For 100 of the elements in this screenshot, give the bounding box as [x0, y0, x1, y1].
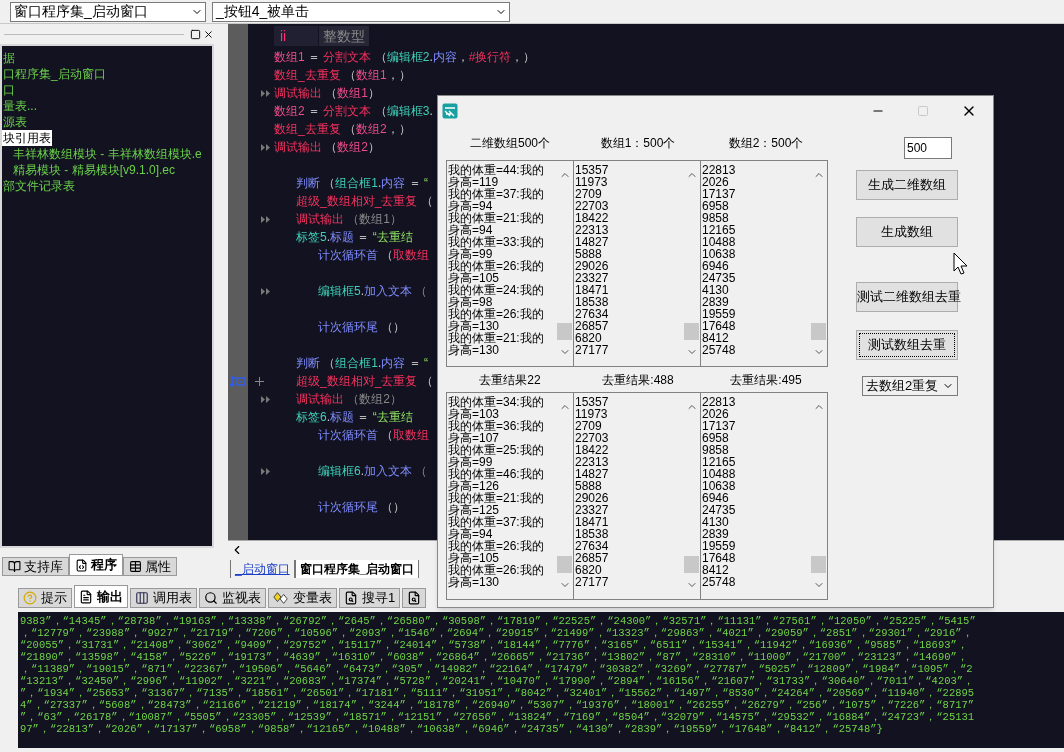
list-entry: 19559	[702, 308, 737, 320]
dropdown[interactable]: _按钮4_被单击	[212, 1, 510, 22]
list-entry: 17648	[702, 552, 737, 564]
code-line: 调试输出 （数组2）	[274, 139, 381, 156]
scroll-thumb[interactable]	[557, 323, 572, 340]
list-entry: 我的体重=26:我的身高=130	[448, 308, 545, 332]
list-entry: 15357	[575, 164, 610, 176]
variable-name-cell: ii	[274, 26, 318, 46]
list-entry: 我的体重=26:我的身高=105	[448, 540, 545, 564]
list-entry: 22813	[702, 164, 737, 176]
list-entry: 22703	[575, 432, 610, 444]
list-box[interactable]: 22813 2026 17137 6958 9858 12165 10488 10638 6946 24735 4130 2839 19559 17648 8412 25748	[700, 392, 828, 600]
list-entry: 我的体重=25:我的身高=99	[448, 444, 545, 468]
code-line: 数组_去重复 （数组2，）	[274, 121, 411, 138]
file-search-icon	[344, 591, 358, 605]
scroll-thumb[interactable]	[811, 556, 826, 573]
result-label: 去重结果:495	[730, 371, 802, 389]
panel-tab[interactable]: 属性	[123, 557, 177, 576]
scroll-thumb[interactable]	[684, 323, 699, 340]
list-entry: 25748	[702, 344, 737, 356]
code-line: 计次循环尾 （）	[318, 499, 406, 516]
list-entry: 23327	[575, 504, 610, 516]
output-tab[interactable]: 监视表	[199, 588, 266, 608]
code-line: 计次循环首 （取数组	[318, 427, 430, 444]
list-box[interactable]: 我的体重=34:我的身高=103 我的体重=36:我的身高=107 我的体重=25:我的身高=99 我的体重=46:我的身高=126 我的体重=21:我的身高=125 我的体重=37:我的身高=94 我的体重=26:我的身高=105 我的体重=26:我的身高=130	[446, 392, 574, 600]
file-search-icon	[407, 591, 422, 605]
action-button[interactable]: 生成数组	[856, 217, 958, 247]
list-box[interactable]: 15357 11973 2709 22703 18422 22313 14827 5888 29026 23327 18471 18538 27634 26857 6820 27177	[573, 160, 701, 367]
list-entry: 10488	[702, 468, 737, 480]
list-entry: 29026	[575, 260, 610, 272]
tree-item[interactable]: 丰祥林数组模块 - 丰祥林数组模块.e	[12, 146, 203, 162]
list-entry: 25748	[702, 576, 737, 588]
code-line: 判断 （组合框1.内容 ＝ “	[296, 175, 429, 192]
list-entry: 4130	[702, 284, 730, 296]
code-line: 数组1 ＝ 分割文本 （编辑框2.内容，#换行符，）	[274, 49, 536, 66]
list-box[interactable]: 我的体重=44:我的身高=119 我的体重=37:我的身高=94 我的体重=21:我的身高=94 我的体重=33:我的身高=99 我的体重=26:我的身高=105 我的体重=24:我的身高=98 我的体重=26:我的身高=130 我的体重=21:我的身高=130	[446, 160, 574, 367]
action-button[interactable]: 生成二维数组	[856, 170, 958, 200]
panel-tab[interactable]: 程序	[69, 554, 123, 576]
tree-item[interactable]: 口	[2, 82, 16, 98]
list-entry: 18422	[575, 212, 610, 224]
list-entry: 12165	[702, 456, 737, 468]
output-tab[interactable]: 调用表	[130, 588, 197, 608]
editor-tab[interactable]: 窗口程序集_启动窗口	[294, 560, 420, 578]
list-entry: 我的体重=21:我的身高=94	[448, 212, 545, 236]
output-line: 97”，“22813”，“2026”，“17137”，“6958”，“9858”，“12165”，“10488”，“10638”，“6946”，“24735”，“4130”，“2839”，“19559”，“17648”，“8412”，“25748”}	[20, 723, 883, 735]
output-tab[interactable]: 输出	[74, 585, 128, 608]
output-tab[interactable]: 提示	[18, 588, 72, 608]
list-entry: 2839	[702, 296, 730, 308]
output-line: 9383”，“14345”，“28738”，“19163”，“13338”，“26792”，“2645”，“26580”，“30598”，“17819”，“22525”，“24300”，“32571”，“11131”，“27561”，“12050”，“25225”，“5415”	[20, 615, 976, 627]
document-icon	[79, 589, 93, 604]
mouse-cursor-icon	[953, 252, 969, 276]
list-entry: 22703	[575, 200, 610, 212]
book-icon	[8, 560, 21, 573]
tree-item[interactable]: 块引用表	[2, 130, 52, 146]
diamonds-icon	[273, 591, 289, 605]
dropdown[interactable]: 窗口程序集_启动窗口	[10, 1, 206, 22]
output-line: ”，“63”，“26178”，“10087”，“5505”，“23305”，“12539”，“18571”，“12151”，“27656”，“13824”，“7169”，“8504”，“32079”，“14575”，“29532”，“16884”，“24723”，“25131	[20, 711, 975, 723]
list-entry: 14827	[575, 236, 610, 248]
tree-item[interactable]: 量表...	[2, 98, 38, 114]
panel-tab[interactable]: 支持库	[2, 557, 69, 576]
list-entry: 18422	[575, 444, 610, 456]
list-entry: 我的体重=36:我的身高=107	[448, 420, 545, 444]
tree-item[interactable]: 源表	[2, 114, 28, 130]
list-box[interactable]: 22813 2026 17137 6958 9858 12165 10488 10638 6946 24735 4130 2839 19559 17648 8412 25748	[700, 160, 828, 367]
count-field[interactable]: 500	[904, 137, 952, 159]
list-entry: 我的体重=26:我的身高=130	[448, 564, 545, 588]
list-entry: 19559	[702, 540, 737, 552]
list-entry: 6820	[575, 332, 603, 344]
list-entry: 2839	[702, 528, 730, 540]
output-tab[interactable]	[402, 588, 427, 608]
list-entry: 10488	[702, 236, 737, 248]
code-line: 超级_数组相对_去重复 （	[296, 373, 433, 390]
list-entry: 5888	[575, 480, 603, 492]
list-entry: 2709	[575, 420, 603, 432]
editor-tab[interactable]: _启动窗口	[230, 560, 295, 578]
output-tab[interactable]: 变量表	[268, 588, 337, 608]
mode-select[interactable]: 去数组2重复	[862, 376, 958, 396]
close-icon[interactable]	[203, 28, 214, 40]
tree-item[interactable]: 口程序集_启动窗口	[2, 66, 107, 82]
columns-icon	[135, 591, 149, 605]
tree-item[interactable]: 部文件记录表	[2, 178, 76, 194]
code-line: 调试输出 （数组2）	[296, 391, 402, 408]
list-entry: 我的体重=24:我的身高=98	[448, 284, 545, 308]
list-entry: 6946	[702, 492, 730, 504]
result-label: 去重结果:488	[602, 371, 674, 389]
action-button[interactable]: 测试数组去重	[856, 330, 958, 360]
tree-item[interactable]: 据	[2, 50, 16, 66]
scroll-thumb[interactable]	[557, 556, 572, 573]
scroll-thumb[interactable]	[684, 556, 699, 573]
output-tab[interactable]: 搜寻1	[339, 588, 401, 608]
code-line: 调试输出 （数组1）	[274, 85, 381, 102]
restore-icon[interactable]	[190, 28, 201, 40]
code-line: 计次循环首 （取数组	[318, 247, 430, 264]
scroll-thumb[interactable]	[811, 323, 826, 340]
tree-item[interactable]: 精易模块 - 精易模块[v9.1.0].ec	[12, 162, 177, 178]
variable-type-cell: 整数型	[319, 26, 369, 46]
output-line: ，“12779”，“23988”，“9927”，“21719”，“7206”，“10596”，“2093”，“1546”，“2694”，“29915”，“21499”，“13323”，“29863”，“4021”，“29059”，“2851”，“29301”，“2916”，	[20, 627, 973, 639]
list-box[interactable]: 15357 11973 2709 22703 18422 22313 14827 5888 29026 23327 18471 18538 27634 26857 6820 27177	[573, 392, 701, 600]
list-entry: 27177	[575, 576, 610, 588]
output-line: 4”，“27337”，“5608”，“28473”，“21166”，“21219”，“18174”，“3244”，“18178”，“26940”，“5307”，“19376”，“18001”，“26255”，“26279”，“256”，“1075”，“7226”，“8717”	[20, 699, 975, 711]
